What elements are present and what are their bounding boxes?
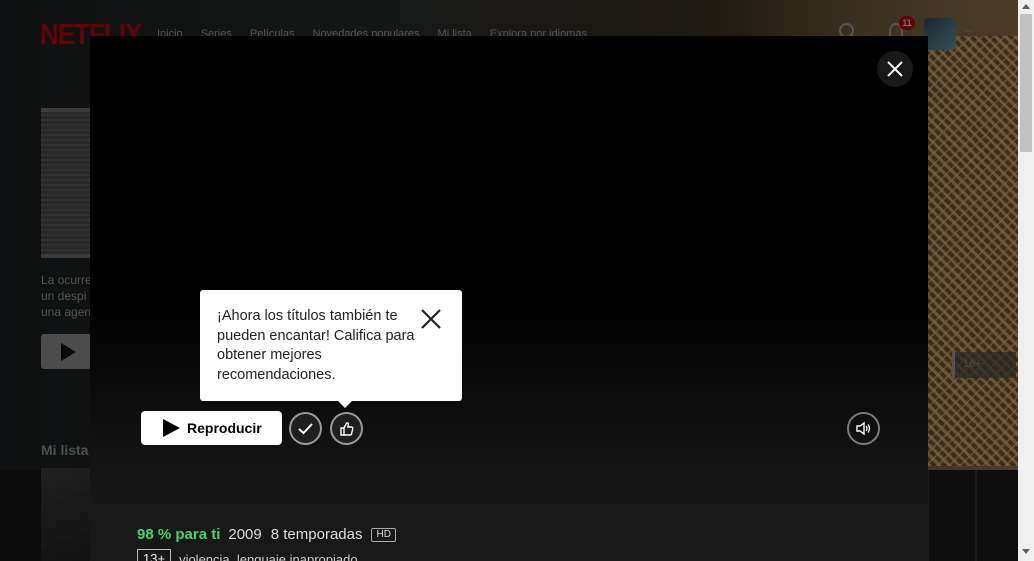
title-metadata: 98 % para ti 2009 8 temporadas HD <box>137 526 396 543</box>
maturity-reasons: violencia, lenguaje inapropiado <box>179 551 358 561</box>
maturity-rating-badge: 13+ <box>137 549 172 561</box>
tooltip-message: ¡Ahora los títulos también te pueden enc… <box>217 308 415 383</box>
thumbs-up-icon <box>340 422 354 436</box>
audio-toggle-button[interactable] <box>847 412 880 445</box>
play-icon <box>163 419 180 437</box>
season-count: 8 temporadas <box>270 526 363 543</box>
netflix-browse-page: NETFLIX Inicio Series Películas Novedade… <box>0 0 1034 561</box>
rate-button[interactable] <box>330 412 363 445</box>
match-score: 98 % para ti <box>137 526 221 543</box>
speaker-icon <box>856 421 871 436</box>
add-to-list-button[interactable] <box>289 412 322 445</box>
scroll-up-arrow-icon[interactable] <box>1022 4 1030 9</box>
close-button[interactable] <box>877 51 913 87</box>
title-preview-modal: ¡Ahora los títulos también te pueden enc… <box>90 36 928 561</box>
rating-tooltip: ¡Ahora los títulos también te pueden enc… <box>200 290 462 408</box>
close-icon <box>887 61 903 77</box>
play-button[interactable]: Reproducir <box>141 411 282 445</box>
check-icon <box>298 423 313 435</box>
maturity-info: 13+ violencia, lenguaje inapropiado <box>137 549 358 561</box>
play-button-label: Reproducir <box>187 420 262 436</box>
scrollbar-thumb[interactable] <box>1020 14 1032 152</box>
hd-badge: HD <box>371 527 396 542</box>
release-year: 2009 <box>228 526 262 543</box>
tooltip-close-icon[interactable] <box>419 307 443 331</box>
scroll-down-arrow-icon[interactable] <box>1022 549 1030 554</box>
